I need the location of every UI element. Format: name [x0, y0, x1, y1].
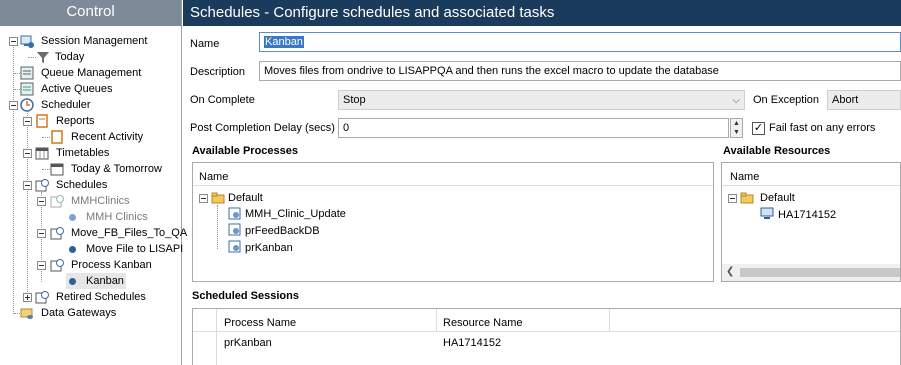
task-dot-icon — [69, 278, 76, 285]
process-item[interactable]: prFeedBackDB — [245, 225, 320, 237]
tree-item-timetables[interactable]: Timetables — [0, 145, 182, 161]
fail-fast-checkbox[interactable]: ✓ — [752, 122, 765, 135]
data-gateway-icon — [20, 308, 33, 319]
page-title: Schedules - Configure schedules and asso… — [183, 0, 901, 26]
on-exception-select[interactable]: Abort — [827, 90, 901, 110]
folder-icon — [740, 192, 754, 204]
chevron-down-icon: ⌵ — [732, 95, 740, 106]
queue-icon — [20, 66, 34, 80]
active-queues-icon — [20, 82, 34, 96]
process-icon — [228, 240, 241, 253]
tree-item-session-management[interactable]: Session Management — [0, 33, 182, 49]
control-panel: Control Session Management Today Queue M… — [0, 0, 187, 365]
control-panel-title: Control — [0, 0, 181, 26]
tree-item-queue-management[interactable]: Queue Management — [0, 65, 182, 81]
tree-item-recent-activity[interactable]: Recent Activity — [0, 129, 182, 145]
on-exception-label: On Exception — [753, 94, 820, 106]
schedule-icon — [50, 259, 64, 272]
session-management-icon — [20, 35, 34, 48]
session-process-cell: prKanban — [224, 337, 272, 349]
process-group-default[interactable]: Default — [228, 192, 263, 204]
name-field[interactable]: Kanban — [259, 32, 901, 52]
horizontal-scrollbar[interactable]: ❮ — [722, 264, 900, 281]
collapse-icon[interactable] — [37, 261, 46, 270]
tree-item-scheduler[interactable]: Scheduler — [0, 97, 182, 113]
tree-item-move-file[interactable]: Move File to LISAPI — [0, 241, 183, 257]
column-header-process-name[interactable]: Process Name — [224, 317, 296, 329]
tree-item-active-queues[interactable]: Active Queues — [0, 81, 182, 97]
schedule-icon — [35, 291, 49, 304]
tree-item-reports[interactable]: Reports — [0, 113, 182, 129]
reports-icon — [36, 114, 48, 128]
task-dot-icon — [69, 246, 76, 253]
task-dot-icon — [69, 214, 76, 221]
available-resources-list: Name Default HA1714152 ❮ — [721, 162, 901, 282]
tree-item-data-gateways[interactable]: Data Gateways — [0, 305, 182, 321]
collapse-icon[interactable] — [23, 149, 32, 158]
process-icon — [228, 223, 241, 236]
collapse-icon[interactable] — [9, 37, 18, 46]
column-header-resource-name[interactable]: Resource Name — [443, 317, 522, 329]
collapse-icon[interactable] — [728, 194, 737, 203]
scroll-left-icon[interactable]: ❮ — [726, 266, 734, 277]
tree-item-mmh-clinics[interactable]: MMH Clinics — [0, 209, 182, 225]
post-delay-stepper[interactable]: ▲ ▼ — [730, 118, 743, 138]
tree-item-retired-schedules[interactable]: Retired Schedules — [0, 289, 182, 305]
tree-item-today-tomorrow[interactable]: Today & Tomorrow — [0, 161, 182, 177]
collapse-icon[interactable] — [9, 101, 18, 110]
computer-icon — [760, 207, 774, 219]
process-icon — [228, 207, 241, 220]
scrollbar-thumb[interactable] — [740, 268, 900, 277]
on-exception-value: Abort — [832, 94, 859, 106]
session-resource-cell: HA1714152 — [443, 337, 502, 349]
scheduled-sessions-title: Scheduled Sessions — [192, 290, 299, 302]
collapse-icon[interactable] — [37, 197, 46, 206]
available-resources-title: Available Resources — [723, 145, 831, 157]
tree-item-mmhclinics[interactable]: MMHClinics — [0, 193, 182, 209]
recent-activity-icon — [51, 130, 63, 144]
schedule-icon — [50, 227, 64, 240]
process-item[interactable]: prKanban — [245, 242, 293, 254]
schedule-icon — [50, 195, 64, 208]
available-processes-title: Available Processes — [192, 145, 298, 157]
on-complete-value: Stop — [343, 94, 366, 106]
scheduled-sessions-table: Process Name Resource Name prKanban HA17… — [192, 308, 901, 365]
tree-item-kanban[interactable]: Kanban — [66, 273, 126, 289]
collapse-icon[interactable] — [199, 194, 208, 203]
timetable-icon — [35, 147, 49, 160]
available-processes-list: Name Default MMH_Clinic_Update prFeedBac… — [192, 162, 714, 282]
tree-item-schedules[interactable]: Schedules — [0, 177, 182, 193]
description-field[interactable]: Moves files from ondrive to LISAPPQA and… — [259, 61, 901, 81]
collapse-icon[interactable] — [23, 181, 32, 190]
resources-column-header: Name — [730, 171, 760, 183]
description-label: Description — [190, 66, 246, 78]
fail-fast-label: Fail fast on any errors — [769, 122, 876, 134]
post-delay-label: Post Completion Delay (secs) — [190, 122, 335, 134]
spin-down-icon[interactable]: ▼ — [731, 128, 742, 137]
timetable-icon — [50, 163, 64, 176]
expand-icon[interactable] — [23, 293, 32, 302]
schedule-editor: Schedules - Configure schedules and asso… — [183, 0, 901, 365]
tree-item-today[interactable]: Today — [0, 49, 182, 65]
tree-item-move-fb-files[interactable]: Move_FB_Files_To_QA — [0, 225, 187, 241]
spin-up-icon[interactable]: ▲ — [731, 119, 742, 128]
collapse-icon[interactable] — [37, 229, 46, 238]
schedule-icon — [35, 179, 49, 192]
resource-group-default[interactable]: Default — [760, 192, 795, 204]
filter-icon — [37, 52, 49, 63]
collapse-icon[interactable] — [23, 117, 32, 126]
processes-column-header: Name — [199, 171, 229, 183]
on-complete-select[interactable]: Stop ⌵ — [338, 90, 745, 110]
on-complete-label: On Complete — [190, 94, 255, 106]
clock-icon — [20, 98, 34, 112]
name-value: Kanban — [264, 36, 304, 48]
tree-item-process-kanban[interactable]: Process Kanban — [0, 257, 182, 273]
process-item[interactable]: MMH_Clinic_Update — [245, 208, 346, 220]
name-label: Name — [190, 38, 220, 50]
post-delay-input[interactable]: 0 — [338, 118, 729, 138]
folder-icon — [211, 192, 225, 204]
resource-item[interactable]: HA1714152 — [778, 209, 836, 221]
